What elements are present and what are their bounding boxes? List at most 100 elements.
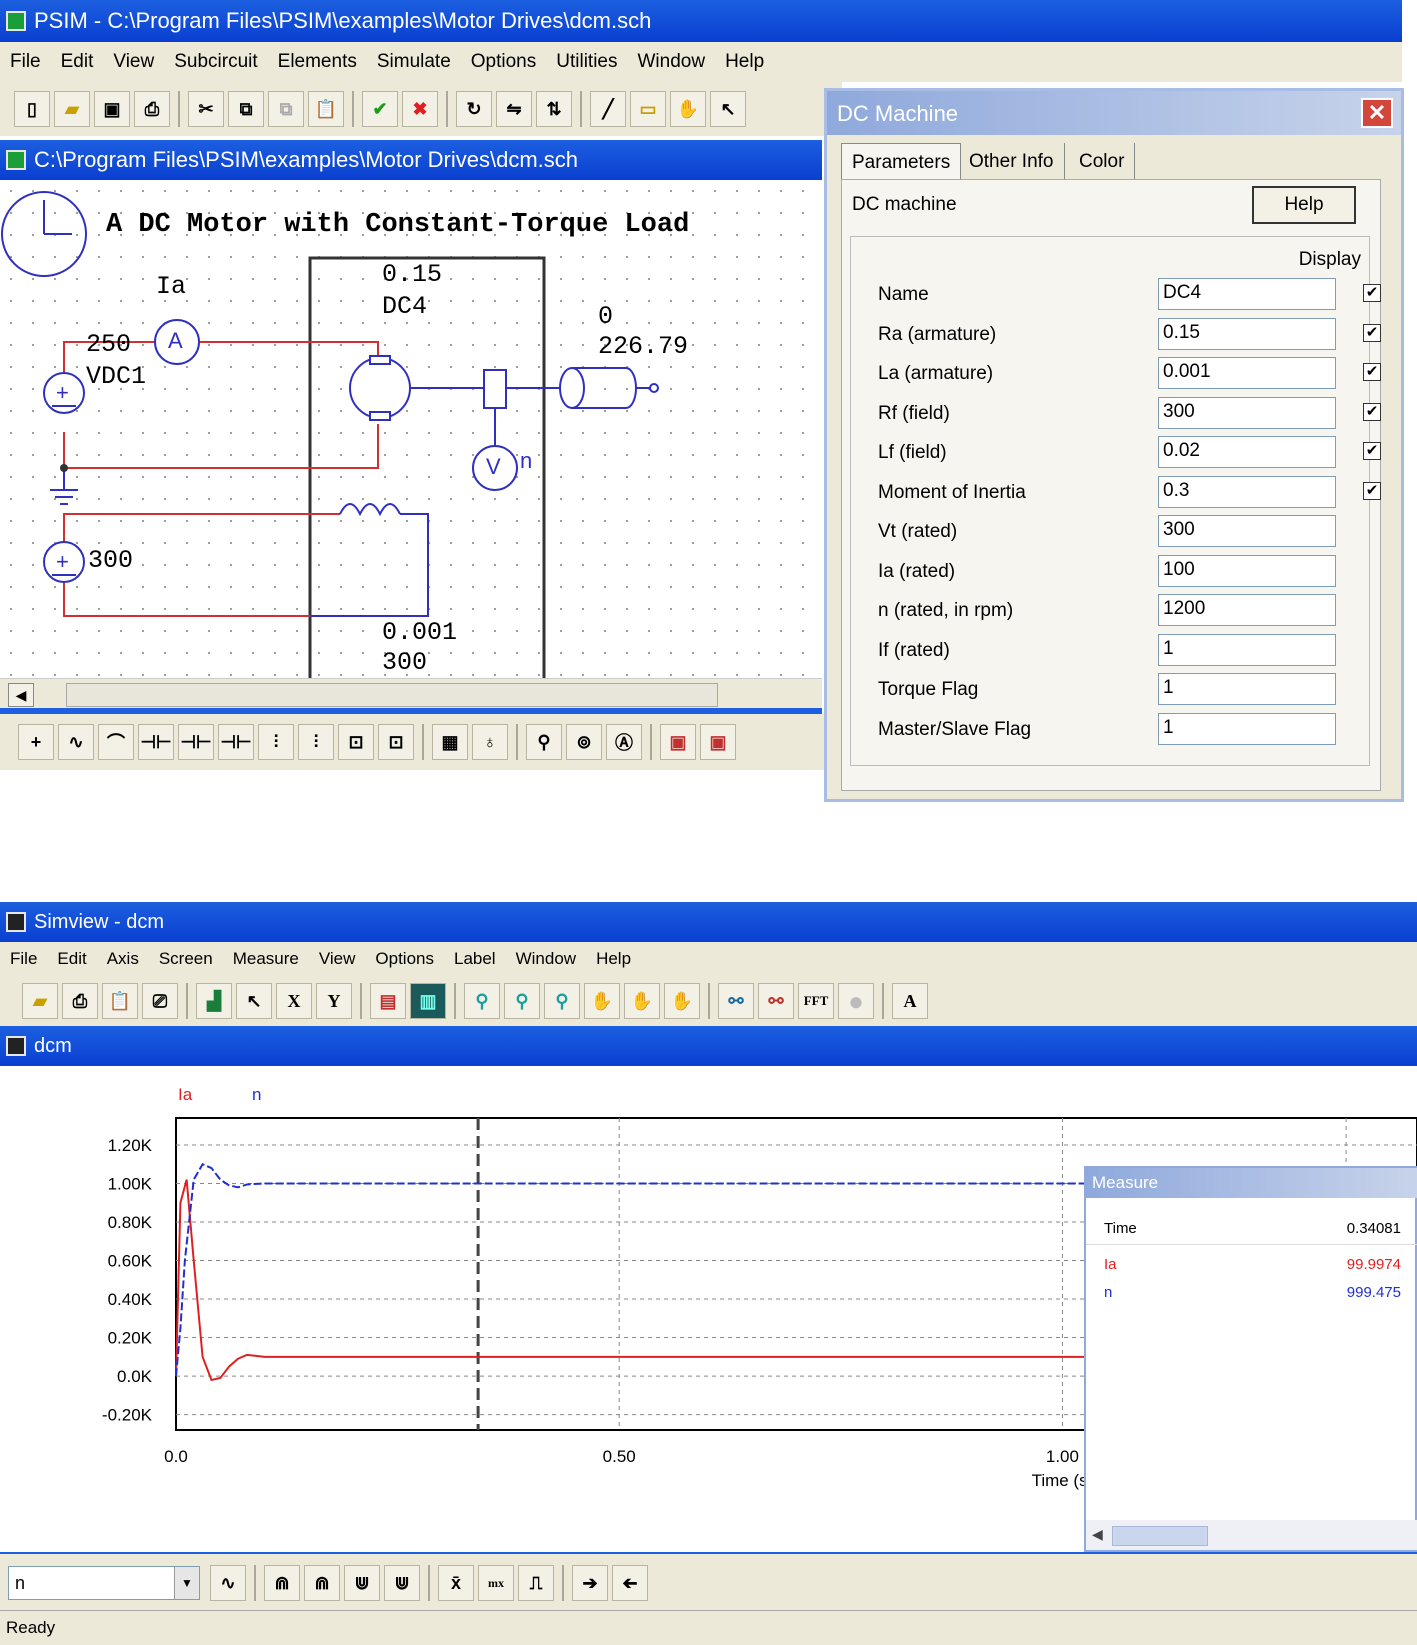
arrow-right-icon[interactable]: ➔ xyxy=(572,1565,608,1601)
psim-menu-view[interactable]: View xyxy=(103,51,164,73)
resistor-element-icon[interactable]: ∿ xyxy=(58,724,94,760)
psim-menu-elements[interactable]: Elements xyxy=(268,51,367,73)
measure-off-icon[interactable]: ⚯ xyxy=(758,983,794,1019)
min-icon[interactable]: ⋓ xyxy=(344,1565,380,1601)
paste-icon[interactable]: 📋 xyxy=(308,91,344,127)
meter-element-icon[interactable]: ▦ xyxy=(432,724,468,760)
flip-vertical-icon[interactable]: ⇅ xyxy=(536,91,572,127)
copy-disabled-icon[interactable]: ⧉ xyxy=(268,91,304,127)
voltage-probe-icon[interactable]: ⚲ xyxy=(526,724,562,760)
zoom-x-icon[interactable]: ✋ xyxy=(624,983,660,1019)
add-curve-icon[interactable]: ▟ xyxy=(196,983,232,1019)
diode-element-icon[interactable]: ⊣⊢ xyxy=(178,724,214,760)
psim-menu-file[interactable]: File xyxy=(0,51,51,73)
param-value-field[interactable]: 0.15 xyxy=(1158,317,1336,350)
thyristor-element-icon[interactable]: ⫶ xyxy=(298,724,334,760)
scroll-thumb[interactable] xyxy=(66,683,718,707)
tab-other-info[interactable]: Other Info xyxy=(959,143,1065,179)
param-value-field[interactable]: 1 xyxy=(1158,712,1336,745)
save-icon[interactable]: ▣ xyxy=(94,91,130,127)
psim-menu-simulate[interactable]: Simulate xyxy=(367,51,461,73)
wire-icon[interactable]: ╱ xyxy=(590,91,626,127)
measure-icon[interactable]: ⚯ xyxy=(718,983,754,1019)
thd-icon[interactable]: ⎍ xyxy=(518,1565,554,1601)
cancel-icon[interactable]: ✖ xyxy=(402,91,438,127)
inductor-element-icon[interactable]: ⌒ xyxy=(98,724,134,760)
simview-menu-options[interactable]: Options xyxy=(365,949,444,969)
transistor-element-icon[interactable]: ⫶ xyxy=(258,724,294,760)
psim-menu-subcircuit[interactable]: Subcircuit xyxy=(164,51,267,73)
curve-select[interactable]: n ▼ xyxy=(8,1566,200,1600)
zoom-fit-icon[interactable]: ✋ xyxy=(584,983,620,1019)
measure-scroll-left-icon[interactable]: ◀ xyxy=(1092,1526,1103,1543)
psim-menu-utilities[interactable]: Utilities xyxy=(546,51,627,73)
new-file-icon[interactable]: ▯ xyxy=(14,91,50,127)
zoom-in-icon[interactable]: ⚲ xyxy=(504,983,540,1019)
cut-icon[interactable]: ✂ xyxy=(188,91,224,127)
block-element-icon[interactable]: ⊡ xyxy=(378,724,414,760)
param-value-field[interactable]: 0.001 xyxy=(1158,357,1336,389)
simview-menu-file[interactable]: File xyxy=(0,949,47,969)
simview-menu-edit[interactable]: Edit xyxy=(47,949,96,969)
print-icon[interactable]: ⎙ xyxy=(134,91,170,127)
param-value-field[interactable]: 0.02 xyxy=(1158,436,1336,468)
scroll-left-icon[interactable]: ◀ xyxy=(8,683,34,707)
select-arrow-icon[interactable]: ↖ xyxy=(710,91,746,127)
arrow-left-icon[interactable]: ➔ xyxy=(612,1565,648,1601)
display-checkbox[interactable]: ✔ xyxy=(1363,363,1381,381)
param-value-field[interactable]: 300 xyxy=(1158,396,1336,429)
pan-hand-icon[interactable]: ✋ xyxy=(664,983,700,1019)
run-simview-icon[interactable]: ▣ xyxy=(700,724,736,760)
horizontal-scrollbar[interactable]: ◀ xyxy=(0,678,822,708)
simview-menu-help[interactable]: Help xyxy=(586,949,641,969)
simview-menu-screen[interactable]: Screen xyxy=(149,949,223,969)
measure-scroll-thumb[interactable] xyxy=(1112,1526,1208,1546)
display-checkbox[interactable]: ✔ xyxy=(1363,402,1381,421)
run-simulation-icon[interactable]: ▣ xyxy=(660,724,696,760)
simview-menu-measure[interactable]: Measure xyxy=(223,949,309,969)
zoom-icon[interactable]: ⚲ xyxy=(464,983,500,1019)
simview-menu-view[interactable]: View xyxy=(309,949,366,969)
rotate-icon[interactable]: ↻ xyxy=(456,91,492,127)
simview-menu-label[interactable]: Label xyxy=(444,949,506,969)
max-icon[interactable]: ⋒ xyxy=(264,1565,300,1601)
print-preview-icon[interactable]: ⎚ xyxy=(142,983,178,1019)
chevron-down-icon[interactable]: ▼ xyxy=(174,1567,199,1599)
psim-menu-edit[interactable]: Edit xyxy=(51,51,104,73)
copy-clipboard-icon[interactable]: 📋 xyxy=(102,983,138,1019)
param-value-field[interactable]: 0.3 xyxy=(1158,475,1336,508)
psim-menu-options[interactable]: Options xyxy=(461,51,546,73)
average-icon[interactable]: x̄ xyxy=(438,1565,474,1601)
param-value-field[interactable]: 1200 xyxy=(1158,594,1336,626)
current-probe-icon[interactable]: ⊚ xyxy=(566,724,602,760)
pan-hand-icon[interactable]: ✋ xyxy=(670,91,706,127)
check-icon[interactable]: ✔ xyxy=(362,91,398,127)
zoom-out-icon[interactable]: ⚲ xyxy=(544,983,580,1019)
waveform-icon[interactable]: ∿ xyxy=(210,1565,246,1601)
select-pointer-icon[interactable]: ↖ xyxy=(236,983,272,1019)
tab-parameters[interactable]: Parameters xyxy=(841,143,962,179)
local-max-icon[interactable]: ⋒ xyxy=(304,1565,340,1601)
psim-menu-window[interactable]: Window xyxy=(627,51,715,73)
gray-circle-icon[interactable]: ● xyxy=(838,983,874,1019)
ground-element-icon[interactable]: + xyxy=(18,724,54,760)
ic-element-icon[interactable]: ⊡ xyxy=(338,724,374,760)
tab-color[interactable]: Color xyxy=(1069,143,1136,179)
ammeter-element-icon[interactable]: Ⓐ xyxy=(606,724,642,760)
text-label-button[interactable]: A xyxy=(892,983,928,1019)
capacitor-element-icon[interactable]: ⊣⊢ xyxy=(138,724,174,760)
display-checkbox[interactable]: ✔ xyxy=(1363,481,1381,500)
param-value-field[interactable]: 300 xyxy=(1158,515,1336,547)
grid-toggle-icon[interactable]: ▤ xyxy=(370,983,406,1019)
fft-button[interactable]: FFT xyxy=(798,983,834,1019)
param-value-field[interactable]: 1 xyxy=(1158,633,1336,666)
measure-scrollbar[interactable]: ◀ xyxy=(1086,1520,1417,1550)
print-icon[interactable]: ⎙ xyxy=(62,983,98,1019)
open-file-icon[interactable]: ▰ xyxy=(22,983,58,1019)
flip-horizontal-icon[interactable]: ⇋ xyxy=(496,91,532,127)
help-button[interactable]: Help xyxy=(1252,186,1356,224)
close-icon[interactable]: ✕ xyxy=(1361,98,1393,128)
psim-menu-help[interactable]: Help xyxy=(715,51,774,73)
simview-menu-axis[interactable]: Axis xyxy=(97,949,149,969)
schematic-canvas[interactable]: + + A DC Motor with Constant-Torque Load… xyxy=(0,180,822,708)
